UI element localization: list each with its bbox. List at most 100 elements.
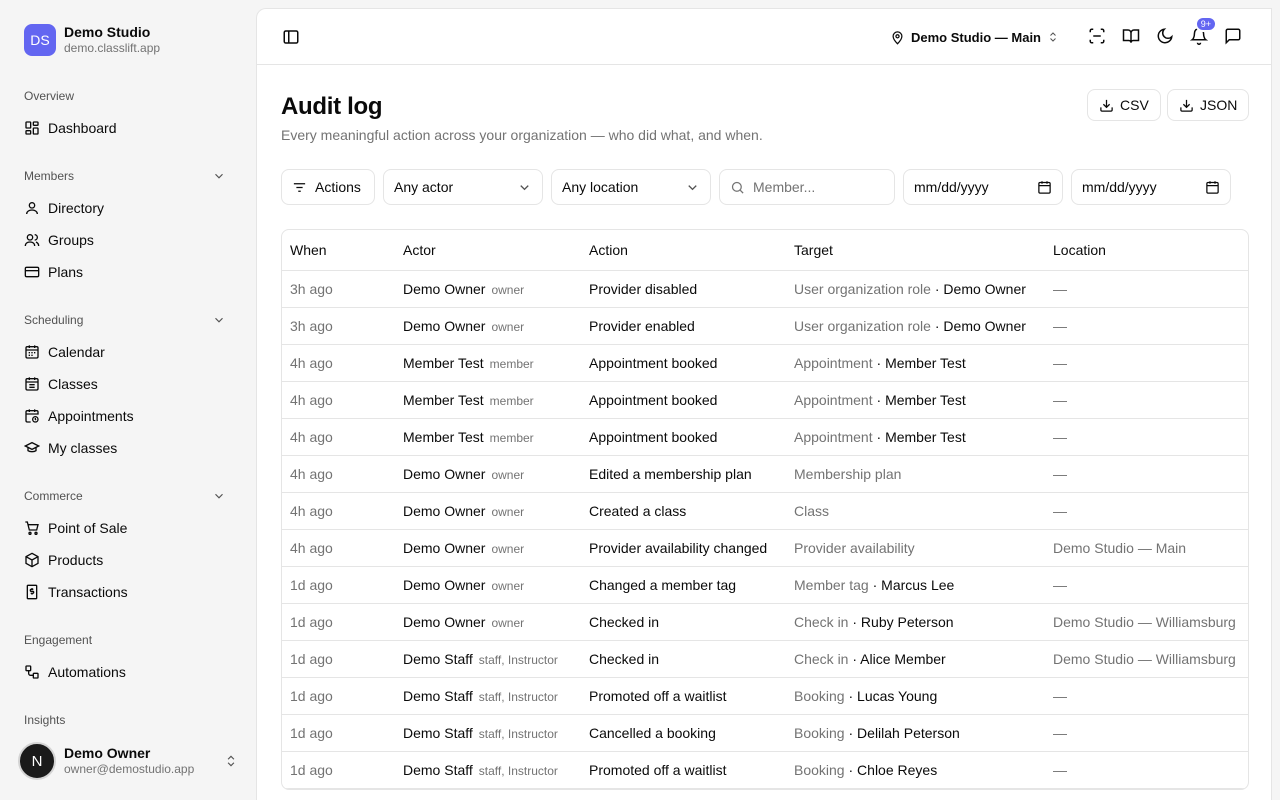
table-row[interactable]: 4h ago Member Test member Appointment booke… [282,344,1248,382]
cell-target: User organization role · Demo Owner [786,307,1045,345]
nav-group-commerce[interactable]: Commerce [16,480,232,512]
notifications-button[interactable]: 9+ [1185,16,1217,50]
nav-group-members[interactable]: Members [16,160,232,192]
table-row[interactable]: 1d ago Demo Staff staff, Instructor Promote… [282,751,1248,789]
table-row[interactable]: 1d ago Demo Owner owner Checked in Check in … [282,603,1248,641]
table-row[interactable]: 4h ago Member Test member Appointment booke… [282,381,1248,419]
location-select[interactable]: Any location [551,169,711,205]
sidebar-item-classes[interactable]: Classes [16,368,224,400]
actor-name[interactable]: Demo Owner [403,540,485,556]
date-to-input[interactable]: mm/dd/yyyy [1071,169,1231,205]
actor-name[interactable]: Demo Owner [403,466,485,482]
cell-actor: Demo Owner owner [395,603,581,641]
table-row[interactable]: 4h ago Member Test member Appointment booke… [282,418,1248,456]
sidebar-item-label: Transactions [48,584,128,600]
sidebar-item-plans[interactable]: Plans [16,256,224,288]
calendar-clock-icon [25,409,39,423]
actor-name[interactable]: Demo Staff [403,762,473,778]
target-name[interactable]: Ruby Peterson [861,614,954,630]
table-row[interactable]: 1d ago Demo Staff staff, Instructor Promote… [282,677,1248,715]
cell-location: — [1045,418,1248,456]
sidebar-item-products[interactable]: Products [16,544,224,576]
target-name[interactable]: Marcus Lee [881,577,954,593]
sidebar-item-automations[interactable]: Automations [16,656,224,688]
nav-group-label: Members [24,169,75,183]
actions-filter-button[interactable]: Actions [281,169,375,205]
table-row[interactable]: 4h ago Demo Owner owner Created a class Clas… [282,492,1248,530]
map-pin-icon [892,30,903,45]
actor-name[interactable]: Demo Staff [403,725,473,741]
target-name[interactable]: Demo Owner [943,281,1025,297]
sidebar-item-my-classes[interactable]: My classes [16,432,224,464]
theme-toggle-button[interactable] [1151,22,1179,50]
cell-when: 1d ago [282,603,395,641]
docs-button[interactable] [1117,22,1145,50]
sidebar-item-dashboard[interactable]: Dashboard [16,112,224,144]
actor-name[interactable]: Demo Owner [403,318,485,334]
actor-name[interactable]: Demo Owner [403,614,485,630]
table-row[interactable]: 1d ago Demo Owner owner Changed a member ta… [282,566,1248,604]
target-name[interactable]: Member Test [885,429,966,445]
column-action[interactable]: Action [581,230,786,271]
user-menu[interactable]: N Demo Owner owner@demostudio.app [18,742,238,780]
export-json-button[interactable]: JSON [1167,89,1250,121]
sidebar-item-appointments[interactable]: Appointments [16,400,224,432]
cell-actor: Demo Owner owner [395,307,581,345]
calendar-icon [1206,180,1219,194]
location-select-value: Any location [562,179,639,195]
target-name[interactable]: Demo Owner [943,318,1025,334]
sidebar-item-label: Groups [48,232,94,248]
target-name[interactable]: Member Test [885,392,966,408]
actor-name[interactable]: Demo Staff [403,651,473,667]
cell-when: 1d ago [282,751,395,789]
table-row[interactable]: 4h ago Demo Owner owner Provider availabili… [282,529,1248,567]
org-domain: demo.classlift.app [64,41,161,55]
target-name[interactable]: Delilah Peterson [857,725,960,741]
column-when[interactable]: When [282,230,395,271]
actor-name[interactable]: Demo Owner [403,577,485,593]
nav-group-scheduling[interactable]: Scheduling [16,304,232,336]
column-actor[interactable]: Actor [395,230,581,271]
sidebar-item-transactions[interactable]: Transactions [16,576,224,608]
actor-select[interactable]: Any actor [383,169,543,205]
target-name[interactable]: Chloe Reyes [857,762,937,778]
table-row[interactable]: 3h ago Demo Owner owner Provider enabled Use… [282,307,1248,345]
org-switcher[interactable]: DS Demo Studio demo.classlift.app [24,24,160,56]
toggle-sidebar-button[interactable] [277,23,305,51]
scan-icon [1089,28,1105,44]
table-row[interactable]: 3h ago Demo Owner owner Provider disabled Us… [282,270,1248,308]
target-name[interactable]: Alice Member [860,651,946,667]
actor-name[interactable]: Member Test [403,392,484,408]
actor-name[interactable]: Demo Owner [403,281,485,297]
sidebar-item-calendar[interactable]: Calendar [16,336,224,368]
scan-button[interactable] [1083,22,1111,50]
export-csv-button[interactable]: CSV [1087,89,1161,121]
cell-action: Appointment booked [581,344,786,382]
sidebar-item-directory[interactable]: Directory [16,192,224,224]
actor-name[interactable]: Demo Owner [403,503,485,519]
actor-name[interactable]: Demo Staff [403,688,473,704]
cell-actor: Demo Owner owner [395,270,581,308]
actor-role: owner [491,541,525,556]
table-row[interactable]: 1d ago Demo Staff staff, Instructor Cancell… [282,714,1248,752]
location-switcher[interactable]: Demo Studio — Main [890,25,1059,49]
actor-name[interactable]: Member Test [403,355,484,371]
sidebar-item-groups[interactable]: Groups [16,224,224,256]
member-search-input[interactable]: Member... [719,169,895,205]
actor-name[interactable]: Member Test [403,429,484,445]
target-name[interactable]: Member Test [885,355,966,371]
table-row[interactable]: 1d ago Demo Staff staff, Instructor Checked… [282,640,1248,678]
chevrons-up-down-icon [227,755,235,767]
table-row[interactable]: 4h ago Demo Owner owner Edited a membership… [282,455,1248,493]
target-type: Check in [794,650,849,667]
column-location[interactable]: Location [1045,230,1248,271]
sidebar-item-point-of-sale[interactable]: Point of Sale [16,512,224,544]
cell-action: Appointment booked [581,381,786,419]
column-target[interactable]: Target [786,230,1045,271]
target-type: Booking [794,761,845,778]
target-name[interactable]: Lucas Young [857,688,937,704]
date-from-input[interactable]: mm/dd/yyyy [903,169,1063,205]
download-icon [1180,99,1193,112]
nav-group-label: Engagement [24,633,93,647]
messages-button[interactable] [1219,22,1247,50]
